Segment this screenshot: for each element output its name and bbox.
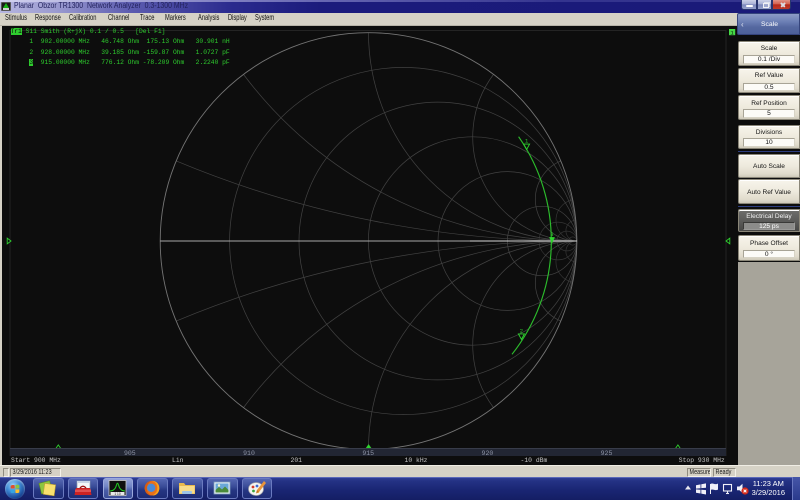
- svg-text:1 10: 1 10: [114, 492, 120, 496]
- svg-text:2: 2: [520, 327, 523, 334]
- svg-text:1: 1: [525, 138, 529, 145]
- svg-text:3: 3: [550, 232, 553, 238]
